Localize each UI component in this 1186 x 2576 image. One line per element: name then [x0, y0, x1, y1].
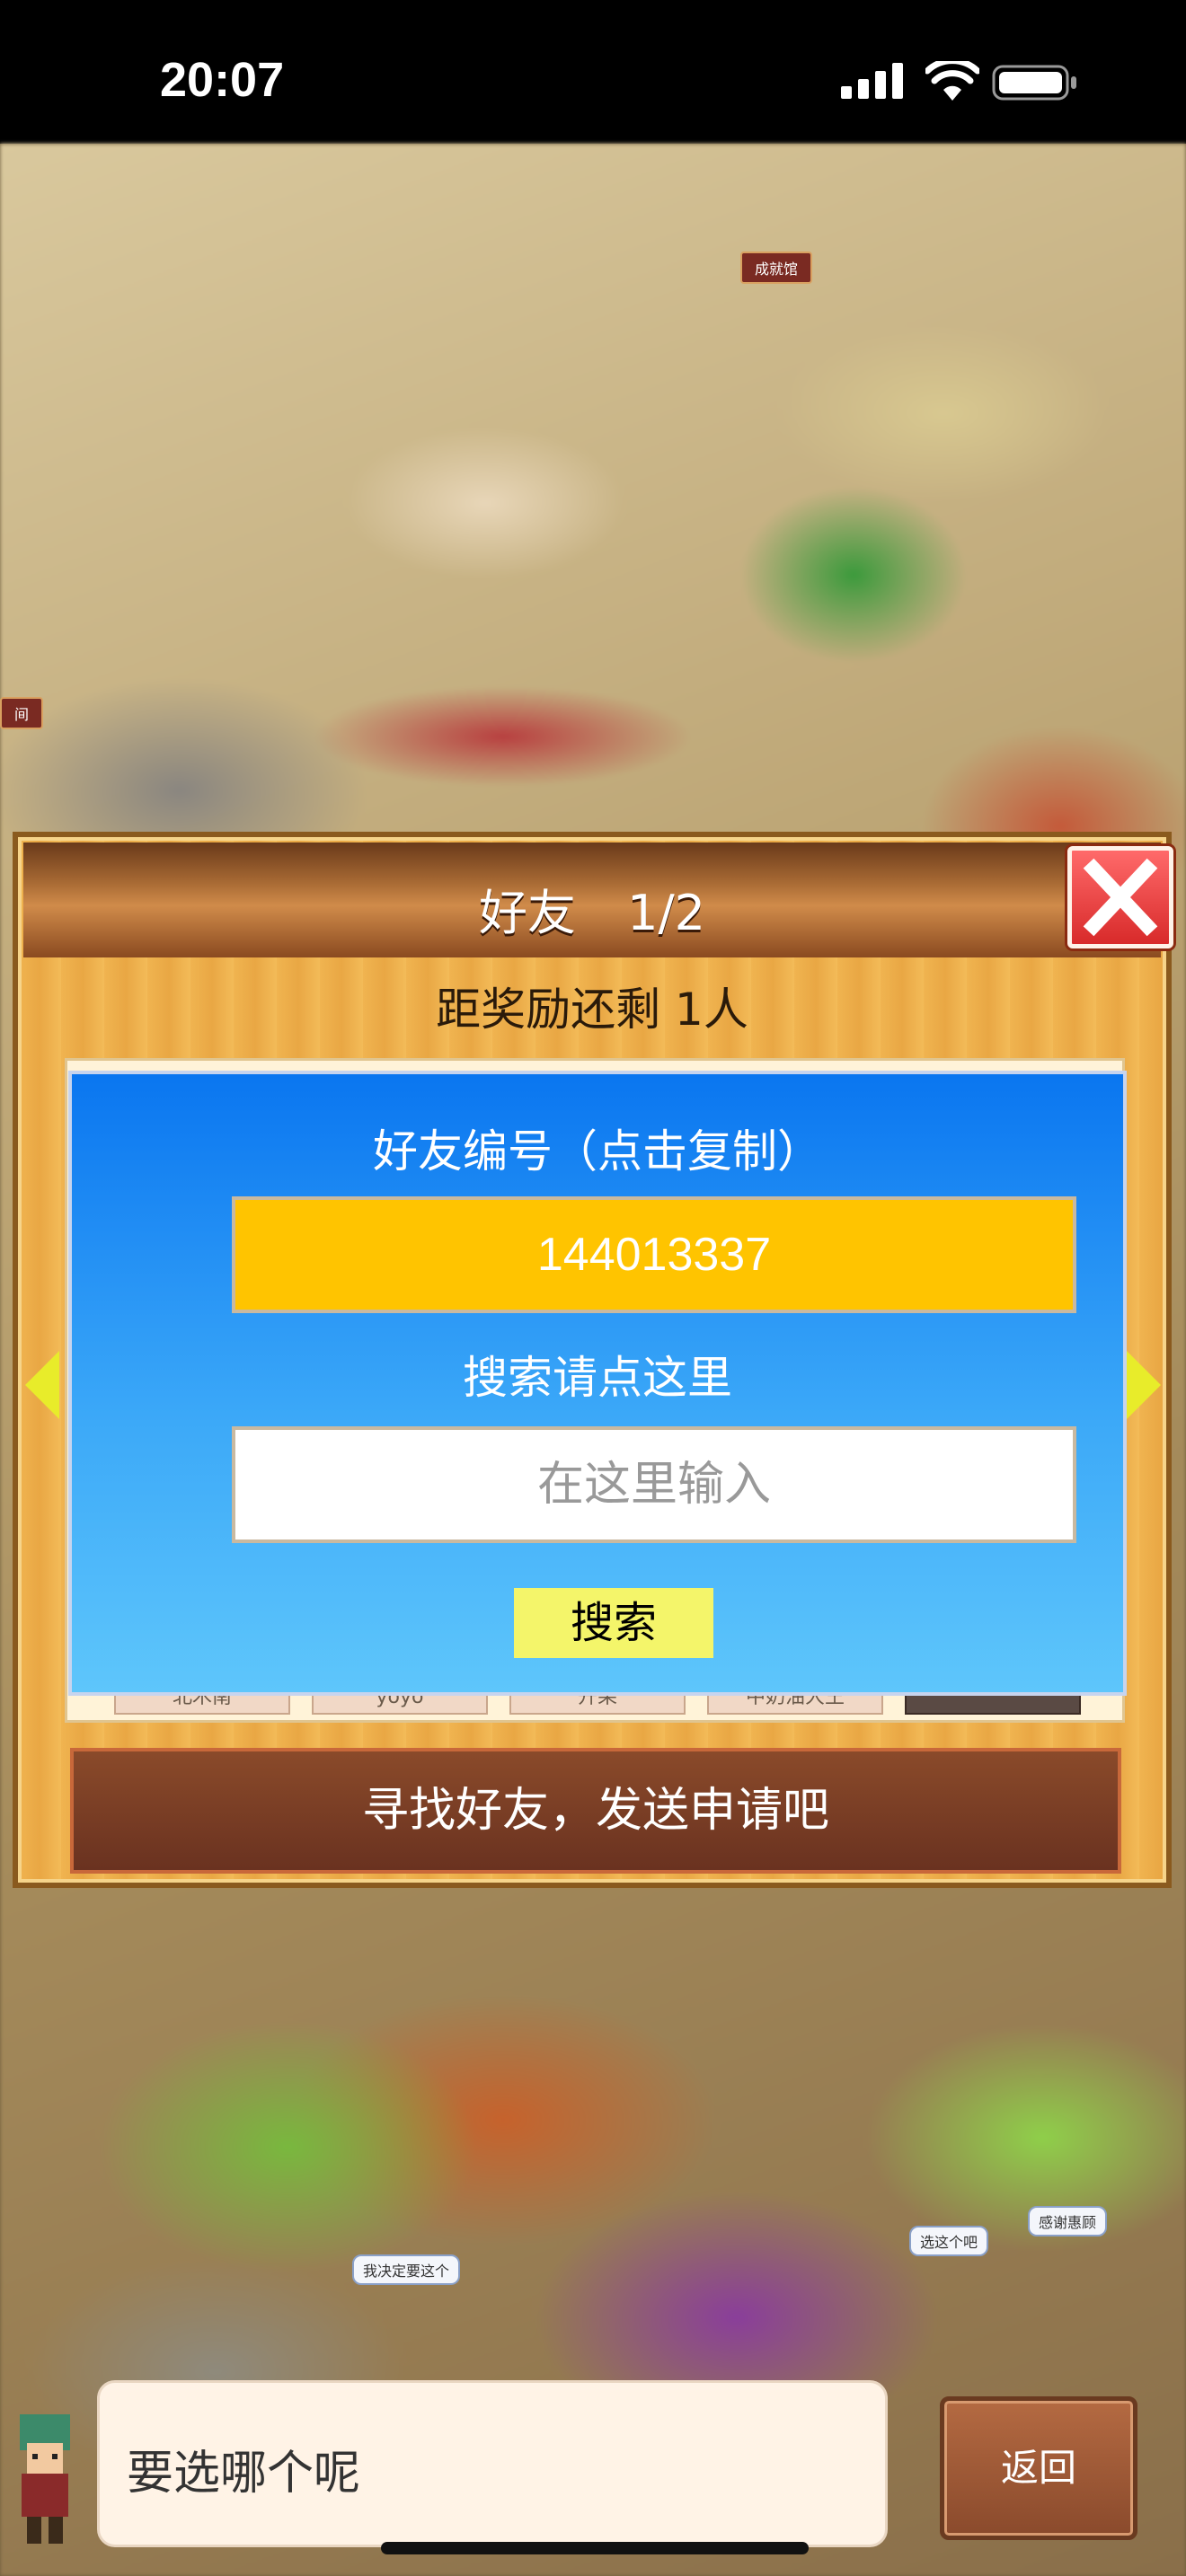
map-label-edge: 间 — [0, 697, 44, 729]
next-page-arrow-icon[interactable] — [1127, 1351, 1161, 1419]
prev-page-arrow-icon[interactable] — [25, 1351, 59, 1419]
search-label: 搜索请点这里 — [463, 1352, 732, 1404]
battery-icon — [992, 65, 1076, 101]
close-icon — [1083, 858, 1158, 937]
friend-id-label: 好友编号（点击复制） — [373, 1125, 822, 1178]
home-indicator[interactable] — [381, 2542, 809, 2554]
character-avatar — [20, 2414, 70, 2544]
friend-id-copy-button[interactable]: 144013337 — [232, 1196, 1076, 1313]
speech-box: 要选哪个呢 — [97, 2380, 888, 2547]
close-button[interactable] — [1067, 846, 1173, 948]
map-speech-bubble: 感谢惠顾 — [1028, 2206, 1108, 2236]
wifi-icon — [925, 61, 979, 101]
reward-remaining-text: 距奖励还剩 1人 — [436, 984, 748, 1036]
back-button[interactable]: 返回 — [940, 2396, 1137, 2540]
friend-search-panel: 好友编号（点击复制） 144013337 搜索请点这里 搜索 — [68, 1071, 1127, 1696]
map-speech-bubble: 选这个吧 — [909, 2226, 989, 2256]
status-time: 20:07 — [160, 53, 285, 107]
map-speech-bubble: 我决定要这个 — [352, 2254, 461, 2285]
search-button[interactable]: 搜索 — [514, 1588, 713, 1658]
friends-dialog: 好友 1/2 距奖励还剩 1人 北木南 yoyo 开果 中奶油大王 好友编号（点… — [13, 832, 1173, 1888]
dialog-header: 好友 1/2 — [23, 842, 1173, 957]
dialog-title: 好友 1/2 — [478, 885, 706, 941]
cellular-signal-icon — [841, 63, 903, 99]
map-label-achievement-hall: 成就馆 — [740, 251, 813, 284]
find-friends-button[interactable]: 寻找好友，发送申请吧 — [70, 1748, 1121, 1874]
status-bar: 20:07 — [0, 0, 1186, 144]
friend-search-input[interactable] — [232, 1426, 1076, 1543]
speech-text: 要选哪个呢 — [127, 2447, 361, 2501]
